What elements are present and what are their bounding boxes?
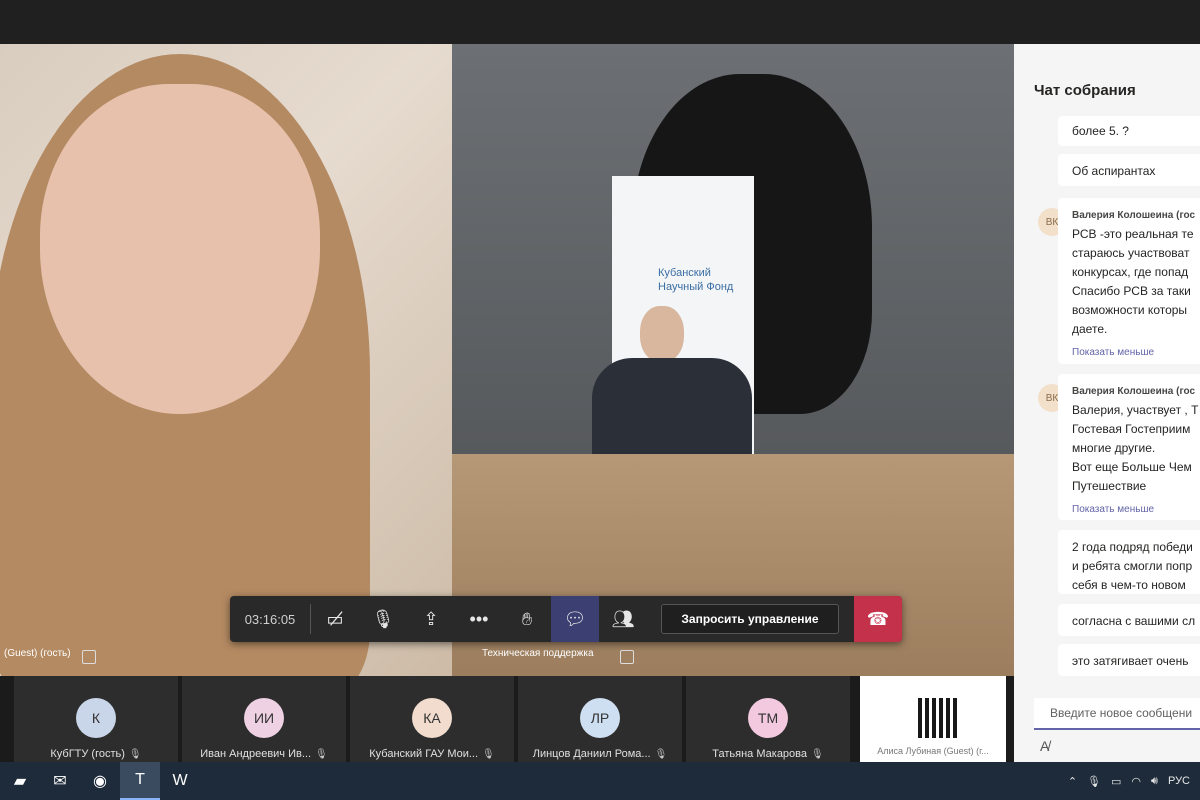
mic-off-icon: 🎙︎ [654, 749, 668, 760]
teams-app-icon[interactable]: T [120, 762, 160, 800]
message-line: многие другие. [1072, 441, 1156, 455]
chat-message: Валерия Колошеина (гос РСВ -это реальная… [1058, 198, 1200, 364]
participant-name: Татьяна Макарова 🎙︎ [712, 748, 824, 760]
chat-title: Чат собрания [1034, 82, 1136, 99]
message-author: Валерия Колошеина (гос [1072, 386, 1196, 397]
video-participant-left[interactable]: (Guest) (гость) [0, 44, 452, 676]
microphone-icon[interactable]: 🎙︎ [1087, 775, 1101, 788]
chat-message: это затягивает очень [1058, 644, 1200, 676]
participants-icon[interactable]: 👥︎ [599, 596, 647, 642]
call-controls-bar: 03:16:05 ▭̸ 🎙︎ ⇪ ••• ✋︎ 💬︎ 👥︎ Запросить … [230, 596, 902, 642]
message-line: стараюсь участвоват [1072, 246, 1190, 260]
more-options-icon[interactable]: ••• [455, 596, 503, 642]
participant-name: Иван Андреевич Ив... 🎙︎ [200, 748, 328, 760]
message-author: Валерия Колошеина (гос [1072, 210, 1196, 221]
mail-icon[interactable]: ✉ [40, 762, 80, 800]
raise-hand-icon[interactable]: ✋︎ [503, 596, 551, 642]
speaker-icon[interactable]: 🔊︎ [1151, 775, 1158, 788]
chat-message: согласна с вашими сл [1058, 604, 1200, 636]
message-line: даете. [1072, 322, 1108, 336]
message-line: 2 года подряд победи [1072, 540, 1193, 554]
speaker-person [592, 306, 752, 476]
battery-icon[interactable]: ▭ [1111, 775, 1121, 788]
meeting-chat-panel: Чат собрания более 5. ? Об аспирантах ВК… [1014, 44, 1200, 762]
message-line: Вот еще Больше Чем [1072, 460, 1192, 474]
message-line: себя в чем-то новом [1072, 578, 1186, 592]
participant-tile[interactable]: ЛР Линцов Даниил Рома... 🎙︎ [518, 676, 682, 762]
participant-tile[interactable]: КА Кубанский ГАУ Мои... 🎙︎ [350, 676, 514, 762]
windows-taskbar: ▰ ✉ ◉ T W ⌃ 🎙︎ ▭ ◠ 🔊︎ РУС [0, 762, 1200, 800]
chat-message: 2 года подряд победи и ребята смогли поп… [1058, 530, 1200, 594]
message-line: конкурсах, где попад [1072, 265, 1189, 279]
share-screen-icon[interactable]: ⇪ [407, 596, 455, 642]
avatar: ТМ [748, 698, 788, 738]
participant-tile[interactable]: ИИ Иван Андреевич Ив... 🎙︎ [182, 676, 346, 762]
word-app-icon[interactable]: W [160, 762, 200, 800]
participant-name: КубГТУ (гость) 🎙︎ [50, 748, 142, 760]
chevron-up-icon[interactable]: ⌃ [1068, 775, 1077, 788]
participants-strip: К КубГТУ (гость) 🎙︎ ИИ Иван Андреевич Ив.… [0, 676, 1014, 762]
chat-message: Об аспирантах [1058, 154, 1200, 186]
pin-icon[interactable] [82, 650, 96, 664]
mic-off-icon: 🎙︎ [315, 749, 328, 760]
participant-name: Линцов Даниил Рома... 🎙︎ [532, 748, 668, 760]
chat-message: Валерия Колошеина (гос Валерия, участвуе… [1058, 374, 1200, 520]
meeting-top-bar [0, 0, 1200, 44]
video-participant-right[interactable]: Кубанский Научный Фонд Техническая подде… [452, 44, 1014, 676]
message-line: Валерия, участвует , Т [1072, 403, 1199, 417]
video-name-label-left: (Guest) (гость) [4, 648, 71, 659]
camera-off-icon[interactable]: ▭̸ [311, 596, 359, 642]
message-line: возможности которы [1072, 303, 1188, 317]
message-line: Гостевая Гостеприим [1072, 422, 1191, 436]
mic-off-icon: 🎙︎ [811, 749, 824, 760]
speaker-body [592, 358, 752, 468]
system-tray: ⌃ 🎙︎ ▭ ◠ 🔊︎ РУС [1068, 762, 1190, 800]
speaker-head [640, 306, 684, 362]
format-text-icon[interactable]: A̸ [1040, 738, 1049, 754]
avatar: К [76, 698, 116, 738]
chat-message: более 5. ? [1058, 116, 1200, 146]
message-line: Спасибо РСВ за таки [1072, 284, 1191, 298]
avatar: КА [412, 698, 452, 738]
participant-name: Кубанский ГАУ Мои... 🎙︎ [369, 748, 495, 760]
video-name-label-right: Техническая поддержка [482, 648, 594, 659]
mic-off-icon[interactable]: 🎙︎ [359, 596, 407, 642]
participant-tile[interactable]: ТМ Татьяна Макарова 🎙︎ [686, 676, 850, 762]
chat-icon[interactable]: 💬︎ [551, 596, 599, 642]
request-control-button[interactable]: Запросить управление [661, 604, 839, 634]
wifi-icon[interactable]: ◠ [1131, 775, 1141, 788]
mic-off-icon: 🎙︎ [128, 749, 142, 760]
call-timer: 03:16:05 [244, 611, 296, 627]
show-less-link[interactable]: Показать меньше [1072, 500, 1200, 519]
message-line: Путешествие [1072, 479, 1147, 493]
message-line: РСВ -это реальная те [1072, 227, 1194, 241]
edge-browser-icon[interactable]: ◉ [80, 762, 120, 800]
participant-video-face [40, 84, 320, 414]
banner-text: Кубанский Научный Фонд [658, 267, 734, 293]
folder-icon[interactable]: ▰ [0, 762, 40, 800]
screen-share-label: Алиса Лубиная (Guest) (г... [877, 746, 989, 756]
qr-code-image [918, 698, 958, 738]
avatar: ИИ [244, 698, 284, 738]
chat-message-input[interactable]: Введите новое сообщени [1034, 698, 1200, 730]
pin-icon-right[interactable] [620, 650, 634, 664]
hang-up-icon[interactable]: ☎ [854, 596, 902, 642]
meeting-table [452, 454, 1014, 676]
avatar: ЛР [580, 698, 620, 738]
language-indicator[interactable]: РУС [1168, 775, 1190, 787]
mic-off-icon: 🎙︎ [482, 749, 495, 760]
participant-tile[interactable]: К КубГТУ (гость) 🎙︎ [14, 676, 178, 762]
message-line: и ребята смогли попр [1072, 559, 1193, 573]
show-less-link[interactable]: Показать меньше [1072, 343, 1200, 362]
